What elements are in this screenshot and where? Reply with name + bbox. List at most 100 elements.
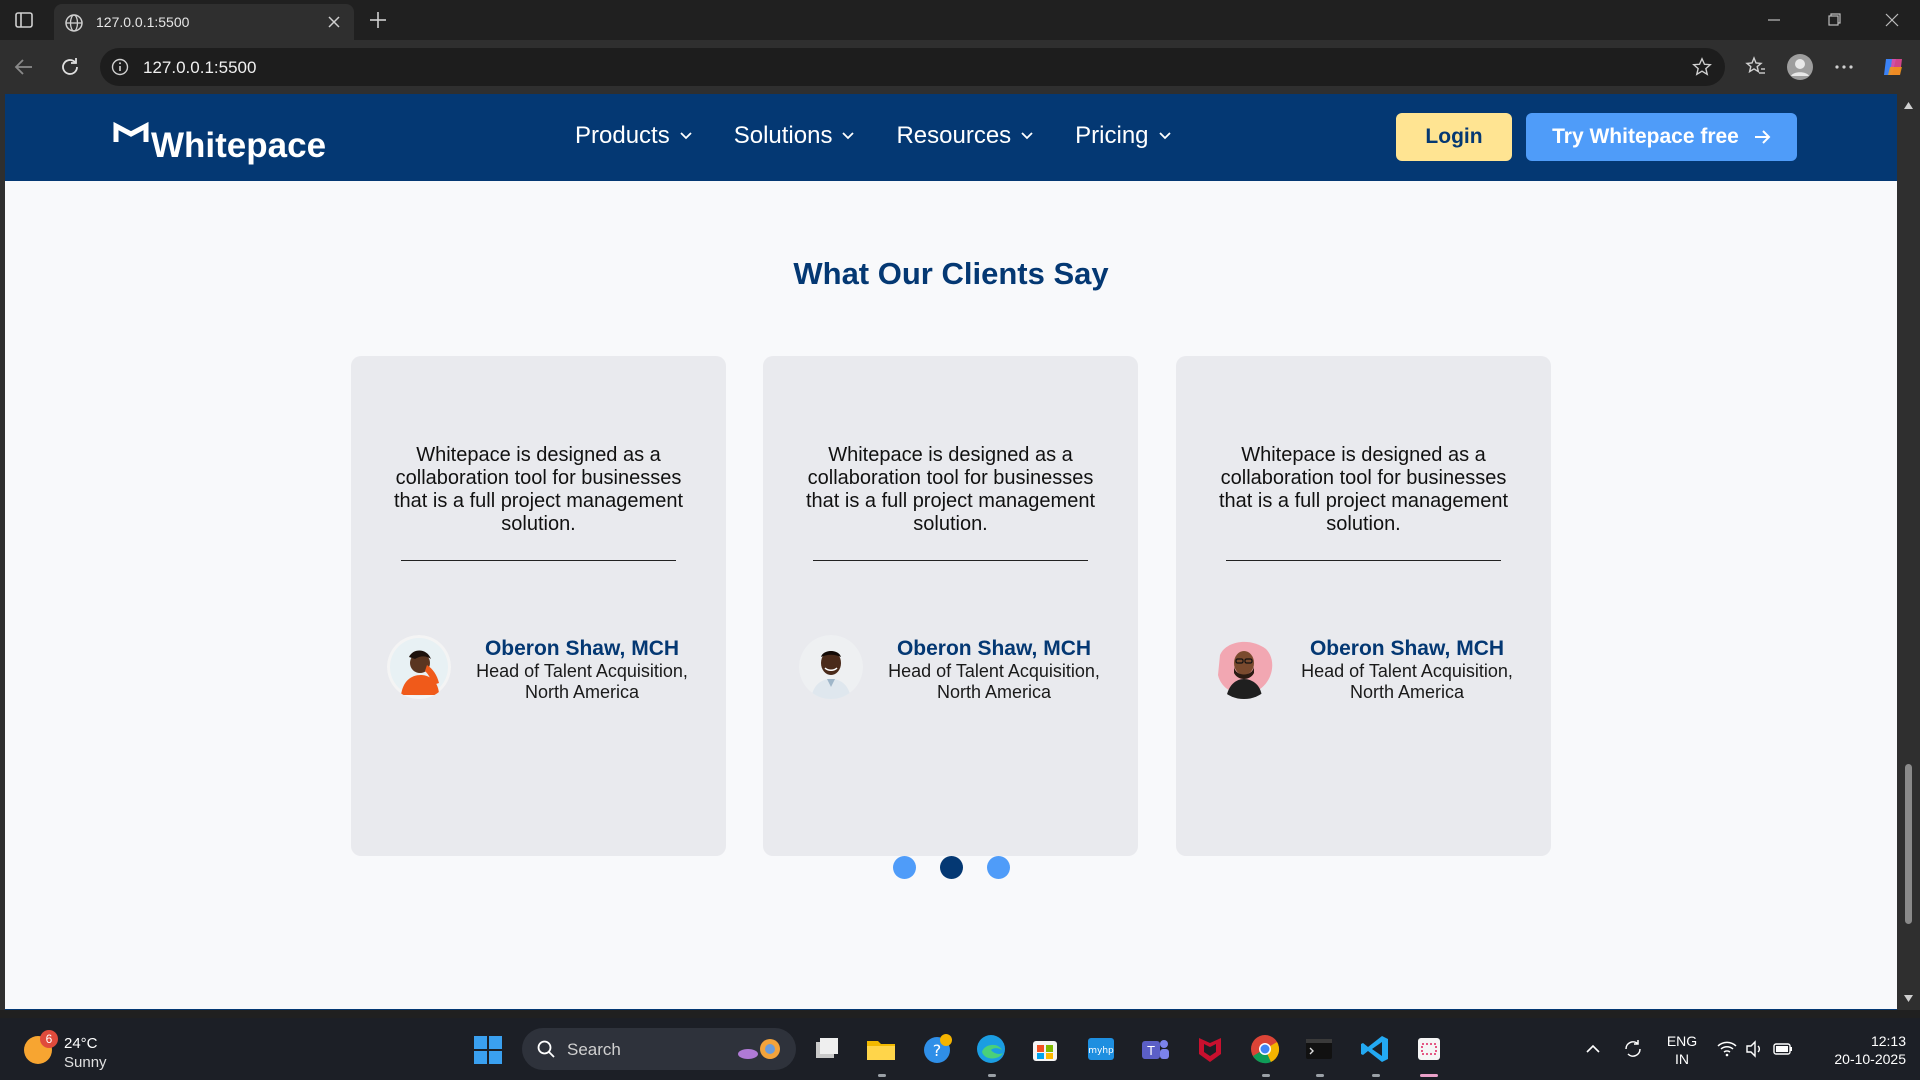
scroll-down-icon[interactable] [1903, 993, 1914, 1004]
system-clock[interactable]: 12:13 20-10-2025 [1810, 1032, 1906, 1068]
edge-browser-icon[interactable] [974, 1032, 1008, 1066]
chrome-icon[interactable] [1248, 1032, 1282, 1066]
person-name: Oberon Shaw, MCH [484, 637, 680, 660]
svg-text:T: T [1146, 1044, 1155, 1058]
address-bar[interactable]: 127.0.0.1:5500 [100, 48, 1725, 86]
more-options-icon[interactable] [1832, 55, 1856, 79]
close-tab-icon[interactable] [326, 14, 342, 30]
carousel-dot-2[interactable] [940, 856, 963, 879]
chevron-down-icon [1021, 132, 1033, 140]
globe-icon [65, 14, 83, 32]
person-info: Oberon Shaw, MCH Head of Talent Acquisit… [467, 637, 697, 703]
svg-text:?: ? [933, 1041, 942, 1060]
browser-toolbar: 127.0.0.1:5500 [0, 40, 1920, 94]
card-divider [813, 560, 1088, 561]
section-title: What Our Clients Say [793, 256, 1109, 291]
nav-products[interactable]: Products [575, 121, 692, 151]
chevron-down-icon [1158, 132, 1171, 140]
taskbar-gap [0, 1010, 1920, 1018]
running-indicator [878, 1074, 886, 1077]
language-code: ENG [1666, 1033, 1698, 1049]
nav-pricing[interactable]: Pricing [1075, 121, 1171, 151]
nav-solutions[interactable]: Solutions [734, 121, 855, 151]
windows-taskbar: 6 24°C Sunny Search ? myhp T ENG IN 12:1… [0, 1018, 1920, 1080]
card-divider [401, 560, 676, 561]
help-app-icon[interactable]: ? [920, 1032, 954, 1066]
task-view-icon[interactable] [810, 1032, 844, 1066]
profile-avatar-icon[interactable] [1786, 53, 1814, 81]
try-free-button[interactable]: Try Whitepace free [1526, 113, 1797, 161]
file-explorer-icon[interactable] [864, 1032, 898, 1066]
favorite-star-icon[interactable] [1691, 56, 1713, 78]
minimize-icon[interactable] [1762, 8, 1786, 32]
battery-icon[interactable] [1772, 1038, 1794, 1060]
logo-text: Whitepace [151, 126, 327, 165]
person-name: Oberon Shaw, MCH [1309, 637, 1505, 660]
search-icon [537, 1040, 555, 1058]
nav-label: Products [575, 122, 670, 149]
teams-icon[interactable]: T [1138, 1032, 1172, 1066]
person-role: Head of Talent Acquisition, North Americ… [1301, 661, 1513, 702]
microsoft-store-icon[interactable] [1028, 1032, 1062, 1066]
man-pink-bg-avatar [1218, 641, 1273, 699]
search-highlight-icon [738, 1039, 780, 1059]
carousel-dot-1[interactable] [893, 856, 916, 879]
clock-time: 12:13 [1870, 1033, 1906, 1049]
volume-icon[interactable] [1744, 1038, 1766, 1060]
running-indicator [988, 1074, 996, 1077]
wifi-icon[interactable] [1716, 1038, 1738, 1060]
tab-title: 127.0.0.1:5500 [96, 14, 190, 30]
snipping-tool-icon[interactable] [1412, 1032, 1446, 1066]
terminal-icon[interactable] [1302, 1032, 1336, 1066]
testimonial-card: Whitepace is designed as a collaboration… [763, 356, 1138, 856]
running-indicator [1372, 1074, 1380, 1077]
chevron-down-icon [842, 132, 855, 140]
svg-text:myhp: myhp [1088, 1046, 1114, 1056]
testimonial-card: Whitepace is designed as a collaboration… [1176, 356, 1551, 856]
login-button[interactable]: Login [1396, 113, 1512, 161]
try-free-label: Try Whitepace free [1552, 125, 1739, 148]
browser-tab[interactable]: 127.0.0.1:5500 [54, 4, 354, 40]
language-indicator[interactable]: ENG IN [1662, 1032, 1702, 1068]
copilot-icon[interactable] [1880, 53, 1908, 81]
site-header: Whitepace Products Solutions Resources P… [5, 94, 1897, 181]
person-info: Oberon Shaw, MCH Head of Talent Acquisit… [1292, 637, 1522, 703]
person-role: Head of Talent Acquisition, North Americ… [888, 661, 1100, 702]
windows-start-icon[interactable] [472, 1034, 504, 1066]
nav-label: Resources [896, 122, 1012, 149]
nav-label: Pricing [1075, 122, 1149, 149]
tab-actions-icon[interactable] [14, 10, 34, 30]
site-info-icon[interactable] [110, 57, 130, 77]
notification-badge: 6 [40, 1030, 58, 1048]
vscode-icon[interactable] [1358, 1032, 1392, 1066]
scroll-thumb[interactable] [1905, 764, 1912, 924]
myhp-icon[interactable]: myhp [1084, 1032, 1118, 1066]
running-indicator [1262, 1074, 1270, 1077]
running-indicator [1316, 1074, 1324, 1077]
nav-resources[interactable]: Resources [896, 121, 1033, 151]
mcafee-icon[interactable] [1193, 1032, 1227, 1066]
card-divider [1226, 560, 1501, 561]
page-scrollbar[interactable] [1897, 94, 1920, 1010]
url-text: 127.0.0.1:5500 [143, 58, 257, 77]
weather-temp: 24°C [64, 1035, 98, 1052]
restore-icon[interactable] [1822, 8, 1846, 32]
new-tab-icon[interactable] [366, 8, 390, 32]
favorites-icon[interactable] [1744, 55, 1768, 79]
page-viewport: Whitepace Products Solutions Resources P… [5, 94, 1897, 1010]
carousel-dot-3[interactable] [987, 856, 1010, 879]
close-window-icon[interactable] [1880, 8, 1904, 32]
back-icon[interactable] [12, 55, 36, 79]
scroll-up-icon[interactable] [1903, 100, 1914, 111]
carousel-dots [893, 856, 1010, 879]
refresh-icon[interactable] [58, 55, 82, 79]
region-code: IN [1675, 1051, 1689, 1067]
sync-icon[interactable] [1622, 1038, 1644, 1060]
person-info: Oberon Shaw, MCH Head of Talent Acquisit… [879, 637, 1109, 703]
taskbar-search[interactable]: Search [522, 1028, 796, 1070]
chevron-down-icon [680, 132, 692, 140]
main-nav: Products Solutions Resources Pricing [575, 121, 1213, 151]
testimonial-quote: Whitepace is designed as a collaboration… [1218, 444, 1509, 535]
show-hidden-icons-icon[interactable] [1582, 1038, 1604, 1060]
testimonial-quote: Whitepace is designed as a collaboration… [393, 444, 684, 535]
